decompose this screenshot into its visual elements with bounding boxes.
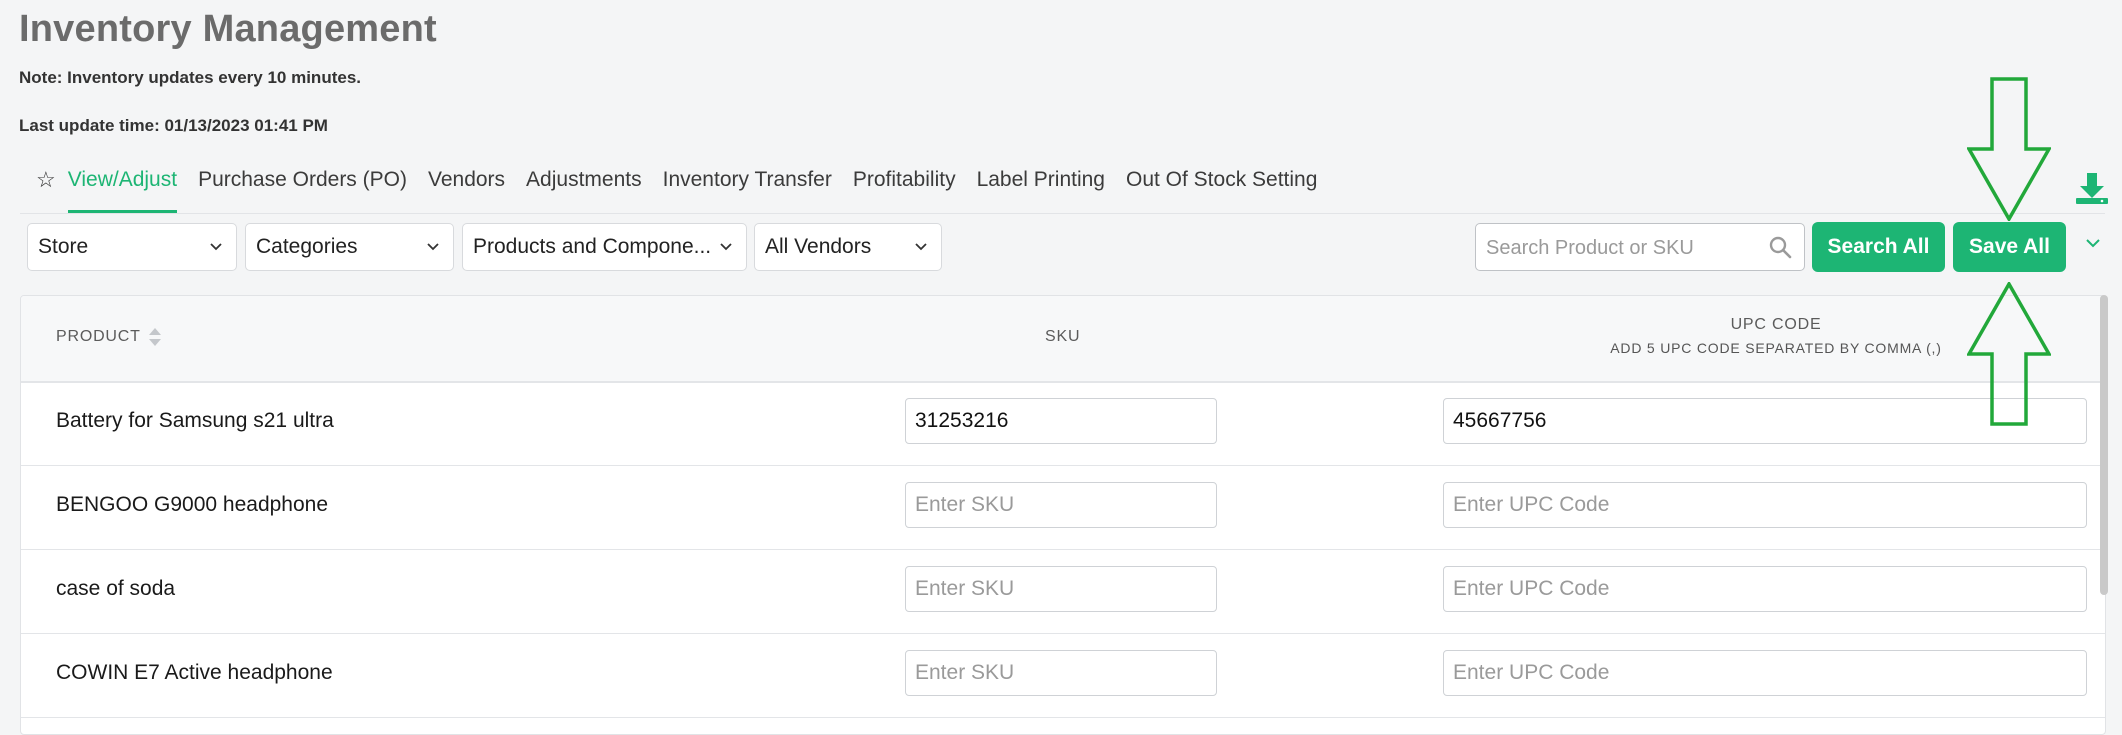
scrollbar[interactable] <box>2100 295 2108 595</box>
chevron-down-icon <box>915 243 927 251</box>
sku-input[interactable] <box>905 398 1217 444</box>
tab-out-of-stock-setting[interactable]: Out Of Stock Setting <box>1126 160 1317 200</box>
table-row: Battery for Samsung s21 ultra <box>21 381 2105 466</box>
table-row: BENGOO G9000 headphone <box>21 465 2105 550</box>
upc-input[interactable] <box>1443 482 2087 528</box>
chevron-down-icon[interactable] <box>2085 238 2101 248</box>
tab-purchase-orders[interactable]: Purchase Orders (PO) <box>198 160 407 200</box>
tab-inventory-transfer[interactable]: Inventory Transfer <box>663 160 832 200</box>
chevron-down-icon <box>210 243 222 251</box>
column-header-product[interactable]: PRODUCT <box>56 328 141 346</box>
tab-profitability[interactable]: Profitability <box>853 160 956 200</box>
star-icon[interactable]: ☆ <box>36 160 56 200</box>
store-select[interactable]: Store <box>27 223 237 271</box>
vendors-select[interactable]: All Vendors <box>754 223 942 271</box>
arrow-down-annotation <box>1967 77 2051 221</box>
product-name: Battery for Samsung s21 ultra <box>56 409 334 432</box>
arrow-up-annotation <box>1967 282 2051 426</box>
search-input[interactable] <box>1476 224 1758 272</box>
upc-input[interactable] <box>1443 650 2087 696</box>
sort-icon[interactable] <box>148 326 162 348</box>
search-all-button[interactable]: Search All <box>1812 222 1945 272</box>
products-select-value: Products and Compone... <box>473 235 712 258</box>
sku-input[interactable] <box>905 566 1217 612</box>
tab-vendors[interactable]: Vendors <box>428 160 505 200</box>
column-header-sku: SKU <box>1045 328 1081 345</box>
last-update-time: Last update time: 01/13/2023 01:41 PM <box>19 116 328 135</box>
sku-input[interactable] <box>905 482 1217 528</box>
tab-adjustments[interactable]: Adjustments <box>526 160 642 200</box>
page-title: Inventory Management <box>19 8 437 50</box>
upc-input[interactable] <box>1443 566 2087 612</box>
product-name: COWIN E7 Active headphone <box>56 661 333 684</box>
categories-select[interactable]: Categories <box>245 223 454 271</box>
categories-select-value: Categories <box>256 235 358 258</box>
product-name: case of soda <box>56 577 176 600</box>
product-name: BENGOO G9000 headphone <box>56 493 329 516</box>
download-icon[interactable] <box>2074 170 2110 206</box>
chevron-down-icon <box>427 243 439 251</box>
search-icon[interactable] <box>1768 235 1792 259</box>
sku-input[interactable] <box>905 650 1217 696</box>
table-row: COWIN E7 Active headphone <box>21 633 2105 718</box>
product-search <box>1475 223 1805 272</box>
inventory-table: PRODUCT SKU UPC CODE ADD 5 UPC CODE SEPA… <box>20 295 2106 735</box>
store-select-value: Store <box>38 235 89 258</box>
table-header: PRODUCT SKU UPC CODE ADD 5 UPC CODE SEPA… <box>21 296 2105 383</box>
tab-bar: ☆ View/Adjust Purchase Orders (PO) Vendo… <box>36 160 1338 213</box>
tab-view-adjust[interactable]: View/Adjust <box>67 160 178 213</box>
products-select[interactable]: Products and Compone... <box>462 223 747 271</box>
tab-label-printing[interactable]: Label Printing <box>977 160 1105 200</box>
chevron-down-icon <box>720 243 732 251</box>
tab-divider <box>20 213 2105 214</box>
table-row: case of soda <box>21 549 2105 634</box>
save-all-button[interactable]: Save All <box>1953 222 2066 272</box>
update-note: Note: Inventory updates every 10 minutes… <box>19 68 361 87</box>
vendors-select-value: All Vendors <box>765 235 872 258</box>
